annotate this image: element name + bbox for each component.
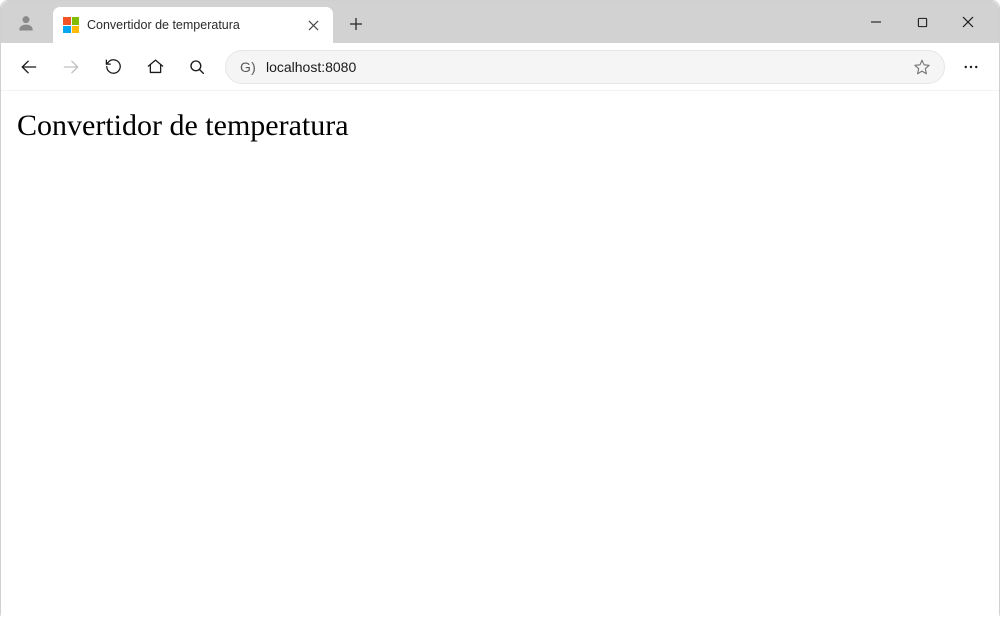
profile-button[interactable] <box>7 3 45 43</box>
address-prefix: G) <box>240 59 256 75</box>
arrow-left-icon <box>19 57 39 77</box>
close-icon <box>962 16 974 28</box>
favorite-button[interactable] <box>908 53 936 81</box>
tab-close-button[interactable] <box>303 15 323 35</box>
arrow-right-icon <box>61 57 81 77</box>
home-icon <box>146 57 165 76</box>
search-button[interactable] <box>177 49 217 85</box>
search-icon <box>188 58 206 76</box>
star-icon <box>913 58 931 76</box>
window-controls <box>853 1 991 43</box>
page-heading: Convertidor de temperatura <box>17 109 983 143</box>
forward-button <box>51 49 91 85</box>
browser-titlebar: Convertidor de temperatura <box>1 1 999 43</box>
window-close-button[interactable] <box>945 1 991 43</box>
plus-icon <box>349 17 363 31</box>
refresh-icon <box>104 57 123 76</box>
window-minimize-button[interactable] <box>853 1 899 43</box>
profile-icon <box>16 13 36 33</box>
home-button[interactable] <box>135 49 175 85</box>
browser-toolbar: G) localhost:8080 <box>1 43 999 91</box>
maximize-icon <box>917 17 928 28</box>
new-tab-button[interactable] <box>339 7 373 41</box>
more-horizontal-icon <box>962 58 980 76</box>
address-url[interactable]: localhost:8080 <box>266 59 898 75</box>
refresh-button[interactable] <box>93 49 133 85</box>
favicon-microsoft-icon <box>63 17 79 33</box>
browser-tab[interactable]: Convertidor de temperatura <box>53 7 333 43</box>
window-maximize-button[interactable] <box>899 1 945 43</box>
close-icon <box>308 20 319 31</box>
more-options-button[interactable] <box>951 49 991 85</box>
minimize-icon <box>870 16 882 28</box>
tab-title: Convertidor de temperatura <box>87 18 295 32</box>
address-bar[interactable]: G) localhost:8080 <box>225 50 945 84</box>
page-content: Convertidor de temperatura <box>1 91 999 622</box>
back-button[interactable] <box>9 49 49 85</box>
